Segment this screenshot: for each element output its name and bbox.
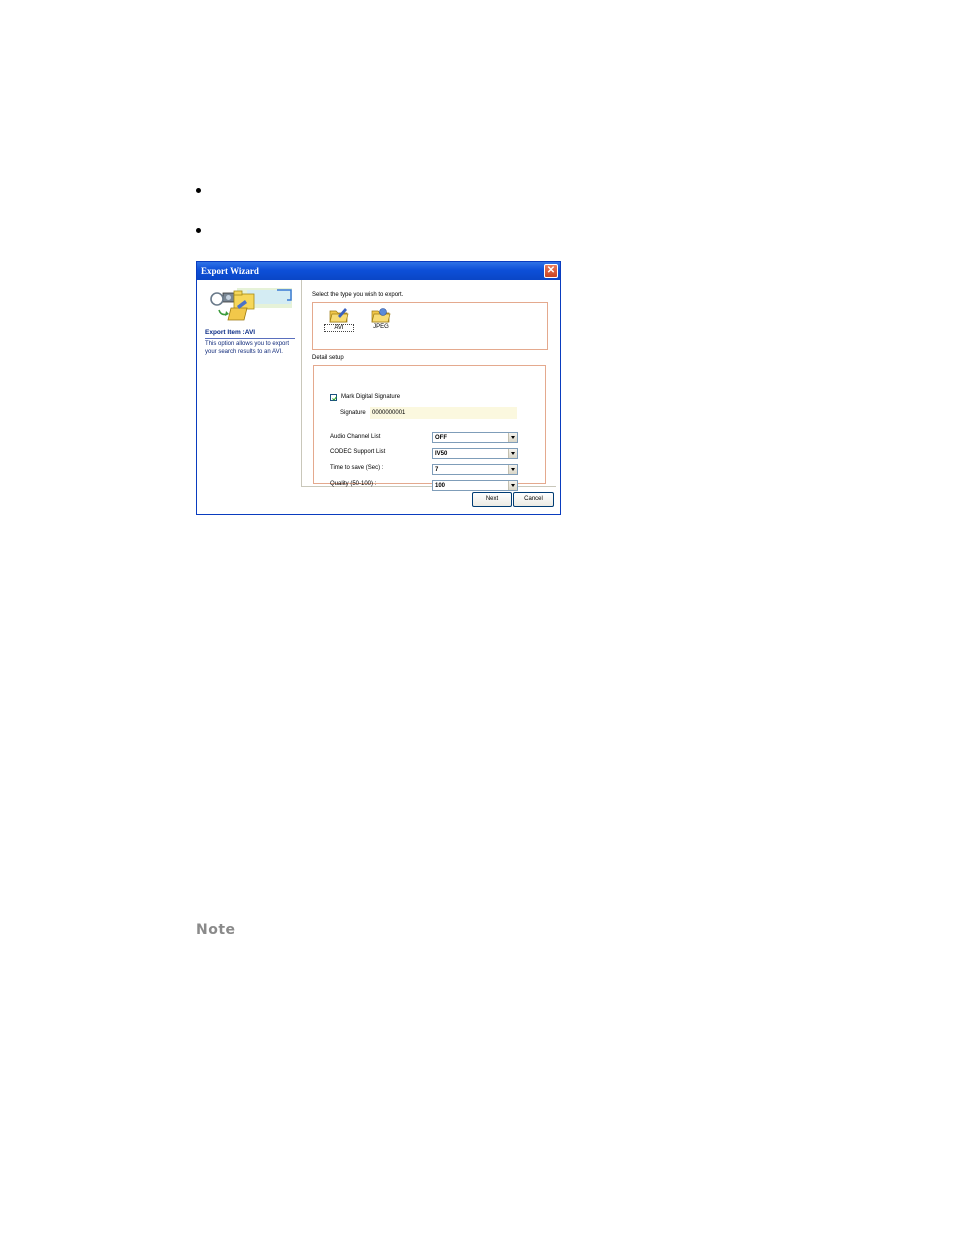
export-type-jpeg[interactable]: JPEG [366, 307, 396, 330]
chevron-down-icon[interactable] [508, 481, 517, 490]
time-to-save-label: Time to save (Sec) : [330, 465, 384, 471]
export-type-group: AVI JPEG [312, 302, 548, 350]
bullet-2 [196, 228, 201, 233]
chevron-down-icon[interactable] [508, 449, 517, 458]
jpeg-folder-icon [371, 308, 391, 323]
codec-value: IV50 [435, 451, 448, 457]
mark-signature-label: Mark Digital Signature [341, 394, 401, 400]
close-button[interactable]: ✕ [544, 264, 558, 278]
next-button[interactable]: Next [472, 492, 512, 507]
export-type-prompt: Select the type you wish to export. [312, 292, 404, 298]
vertical-separator [301, 280, 302, 486]
avi-folder-icon [329, 308, 349, 323]
quality-label: Quality (50-100) : [330, 481, 377, 487]
audio-channel-value: OFF [435, 435, 447, 441]
chevron-down-icon[interactable] [508, 433, 517, 442]
audio-channel-select[interactable]: OFF [432, 432, 518, 443]
detail-setup-label: Detail setup [312, 355, 344, 361]
window-title: Export Wizard [201, 266, 259, 276]
codec-select[interactable]: IV50 [432, 448, 518, 459]
export-type-avi[interactable]: AVI [324, 307, 354, 332]
close-icon: ✕ [546, 265, 556, 276]
time-to-save-value: 7 [435, 467, 439, 473]
export-wizard-window: Export Wizard ✕ Export Item :AVI This op… [196, 261, 561, 515]
codec-label: CODEC Support List [330, 449, 386, 455]
export-item-divider [205, 338, 295, 339]
bullet-1 [196, 188, 201, 193]
wizard-side-panel: Export Item :AVI This option allows you … [199, 282, 297, 512]
chevron-down-icon[interactable] [508, 465, 517, 474]
signature-input[interactable]: 0000000001 [370, 407, 517, 419]
window-client-area: Export Item :AVI This option allows you … [197, 280, 560, 514]
export-item-description: This option allows you to export your se… [205, 341, 290, 355]
signature-label: Signature [340, 410, 366, 416]
time-to-save-select[interactable]: 7 [432, 464, 518, 475]
note-heading: Note [196, 922, 236, 938]
export-type-avi-label: AVI [324, 324, 354, 332]
mark-signature-checkbox[interactable] [330, 394, 337, 401]
quality-select[interactable]: 100 [432, 480, 518, 491]
export-type-jpeg-label: JPEG [373, 324, 389, 330]
quality-value: 100 [435, 483, 446, 489]
cancel-button[interactable]: Cancel [513, 492, 554, 507]
export-item-label: Export Item :AVI [205, 329, 256, 336]
audio-channel-label: Audio Channel List [330, 434, 381, 440]
export-wizard-illustration-icon [210, 288, 292, 321]
title-bar[interactable]: Export Wizard ✕ [197, 262, 560, 280]
checkmark-icon [331, 395, 337, 401]
